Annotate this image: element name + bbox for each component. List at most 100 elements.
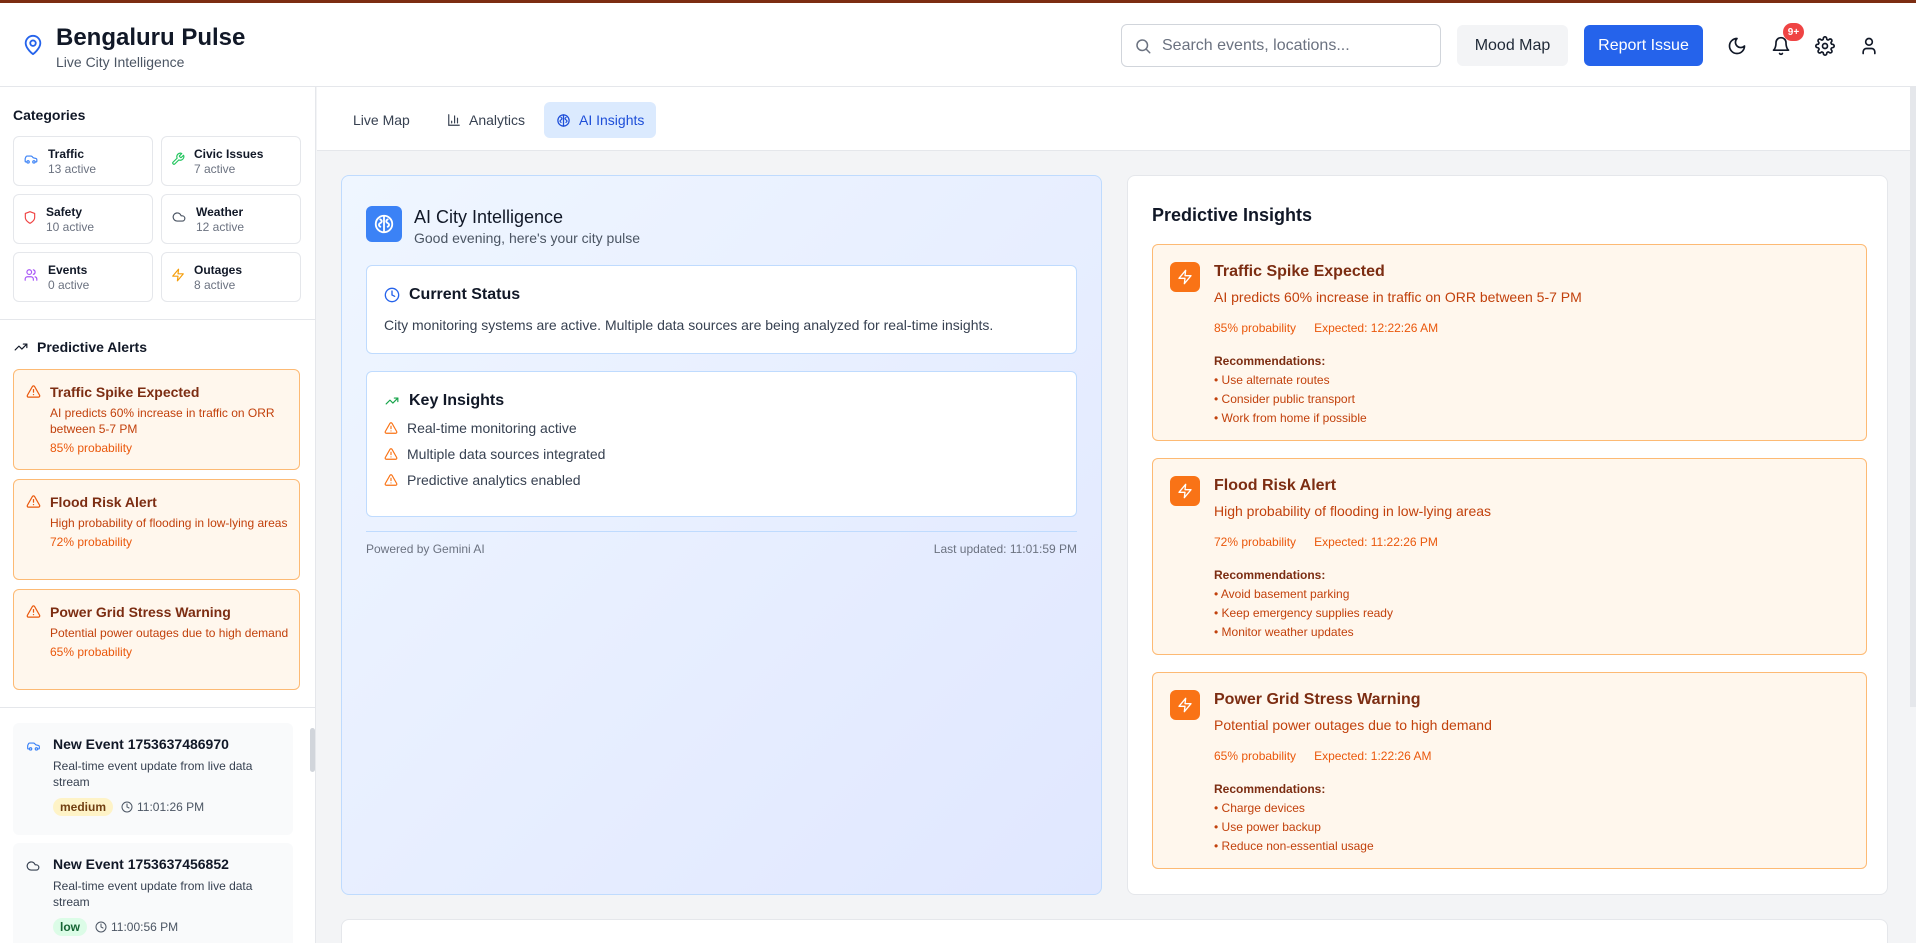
tab-analytics[interactable]: Analytics xyxy=(435,102,537,138)
bottom-card xyxy=(341,919,1888,943)
map-pin-icon xyxy=(22,33,44,70)
brand[interactable]: Bengaluru Pulse Live City Intelligence xyxy=(22,23,245,70)
search-icon xyxy=(1134,37,1152,55)
alert-card[interactable]: Power Grid Stress Warning Potential powe… xyxy=(13,589,300,690)
alert-description: High probability of flooding in low-lyin… xyxy=(50,516,288,530)
sidebar-scrollbar[interactable] xyxy=(310,728,315,772)
search-box[interactable] xyxy=(1121,24,1441,67)
event-time: 11:00:56 PM xyxy=(111,920,179,934)
recommendation-item: • Avoid basement parking xyxy=(1214,587,1350,601)
last-updated: Last updated: 11:01:59 PM xyxy=(933,542,1077,556)
car-icon xyxy=(23,152,39,166)
category-civic-issues[interactable]: Civic Issues 7 active xyxy=(161,136,301,186)
sidebar: Categories Traffic 13 active Civic Issues… xyxy=(0,87,316,943)
search-input[interactable] xyxy=(1162,36,1422,55)
zap-icon xyxy=(171,268,185,282)
event-time: 11:01:26 PM xyxy=(137,800,205,814)
ai-panel-footer: Powered by Gemini AI Last updated: 11:01… xyxy=(366,531,1077,556)
warning-icon xyxy=(384,447,398,461)
recommendation-item: • Work from home if possible xyxy=(1214,411,1367,425)
category-count: 0 active xyxy=(48,278,90,292)
insight-title: Flood Risk Alert xyxy=(1214,477,1337,494)
severity-badge: medium xyxy=(53,798,114,816)
recommendations-label: Recommendations: xyxy=(1214,354,1326,368)
warning-icon xyxy=(26,604,41,619)
ai-panel-subtitle: Good evening, here's your city pulse xyxy=(414,230,641,246)
powered-by: Powered by Gemini AI xyxy=(366,542,485,556)
predictive-alerts-title: Predictive Alerts xyxy=(37,339,147,355)
current-status-title: Current Status xyxy=(409,286,521,303)
category-count: 7 active xyxy=(194,162,236,176)
main-scrollbar[interactable] xyxy=(1910,87,1916,707)
insight-item: Predictive analytics enabled xyxy=(384,472,1059,488)
recommendation-item: • Consider public transport xyxy=(1214,392,1355,406)
alert-probability: 65% probability xyxy=(50,645,133,659)
category-events[interactable]: Events 0 active xyxy=(13,252,153,302)
category-count: 13 active xyxy=(48,162,97,176)
brain-icon xyxy=(556,113,571,128)
insight-card[interactable]: Flood Risk Alert High probability of flo… xyxy=(1152,458,1867,655)
insight-item: Multiple data sources integrated xyxy=(384,446,1059,462)
app-subtitle: Live City Intelligence xyxy=(56,54,185,70)
warning-icon xyxy=(26,384,41,399)
category-safety[interactable]: Safety 10 active xyxy=(13,194,153,244)
insight-description: High probability of flooding in low-lyin… xyxy=(1214,503,1492,519)
category-traffic[interactable]: Traffic 13 active xyxy=(13,136,153,186)
clock-icon xyxy=(384,287,400,303)
divider xyxy=(0,319,315,320)
alert-title: Power Grid Stress Warning xyxy=(50,604,231,620)
recommendation-item: • Use power backup xyxy=(1214,820,1321,834)
tab-label: Analytics xyxy=(469,112,526,128)
key-insights-title: Key Insights xyxy=(409,392,505,409)
clock-icon xyxy=(121,801,133,813)
event-title: New Event 1753637486970 xyxy=(53,736,229,752)
insight-text: Multiple data sources integrated xyxy=(407,446,606,462)
moon-icon[interactable] xyxy=(1726,35,1748,57)
alert-description: Potential power outages due to high dema… xyxy=(50,626,289,640)
category-name: Safety xyxy=(46,205,83,219)
recommendations-label: Recommendations: xyxy=(1214,568,1326,582)
cloud-icon xyxy=(171,210,187,224)
insight-card[interactable]: Power Grid Stress Warning Potential powe… xyxy=(1152,672,1867,869)
event-description: Real-time event update from live data st… xyxy=(53,759,253,789)
event-card[interactable]: New Event 1753637486970 Real-time event … xyxy=(13,723,293,835)
predictive-insights-title: Predictive Insights xyxy=(1152,205,1313,225)
gear-icon[interactable] xyxy=(1814,35,1836,57)
zap-icon xyxy=(1170,262,1200,292)
insight-probability: 85% probability xyxy=(1214,321,1297,335)
alert-probability: 85% probability xyxy=(50,441,133,455)
trending-up-icon xyxy=(13,340,29,354)
predictive-insights-panel: Predictive Insights Traffic Spike Expect… xyxy=(1127,175,1888,895)
alert-title: Traffic Spike Expected xyxy=(50,384,200,400)
insight-probability: 72% probability xyxy=(1214,535,1297,549)
insight-card[interactable]: Traffic Spike Expected AI predicts 60% i… xyxy=(1152,244,1867,441)
mood-map-button[interactable]: Mood Map xyxy=(1457,25,1568,66)
wrench-icon xyxy=(171,152,185,166)
recommendation-item: • Keep emergency supplies ready xyxy=(1214,606,1393,620)
alert-card[interactable]: Flood Risk Alert High probability of flo… xyxy=(13,479,300,580)
tab-live-map[interactable]: Live Map xyxy=(341,102,422,138)
category-name: Weather xyxy=(196,205,244,219)
category-outages[interactable]: Outages 8 active xyxy=(161,252,301,302)
event-card[interactable]: New Event 1753637456852 Real-time event … xyxy=(13,843,293,943)
category-name: Traffic xyxy=(48,147,85,161)
zap-icon xyxy=(1170,690,1200,720)
insight-probability: 65% probability xyxy=(1214,749,1297,763)
tab-ai-insights[interactable]: AI Insights xyxy=(544,102,657,138)
category-count: 8 active xyxy=(194,278,236,292)
key-insights-box: Key Insights Real-time monitoring active… xyxy=(366,371,1077,517)
category-weather[interactable]: Weather 12 active xyxy=(161,194,301,244)
recommendation-item: • Charge devices xyxy=(1214,801,1305,815)
severity-badge: low xyxy=(53,918,87,936)
app-title: Bengaluru Pulse xyxy=(56,24,246,51)
alert-description: AI predicts 60% increase in traffic on O… xyxy=(50,406,275,436)
alert-card[interactable]: Traffic Spike Expected AI predicts 60% i… xyxy=(13,369,300,470)
insight-expected: Expected: 11:22:26 PM xyxy=(1314,535,1438,549)
report-issue-button[interactable]: Report Issue xyxy=(1584,25,1703,66)
category-name: Civic Issues xyxy=(194,147,264,161)
user-icon[interactable] xyxy=(1858,35,1880,57)
insight-text: Predictive analytics enabled xyxy=(407,472,581,488)
category-name: Events xyxy=(48,263,88,277)
zap-icon xyxy=(1170,476,1200,506)
warning-icon xyxy=(384,421,398,435)
